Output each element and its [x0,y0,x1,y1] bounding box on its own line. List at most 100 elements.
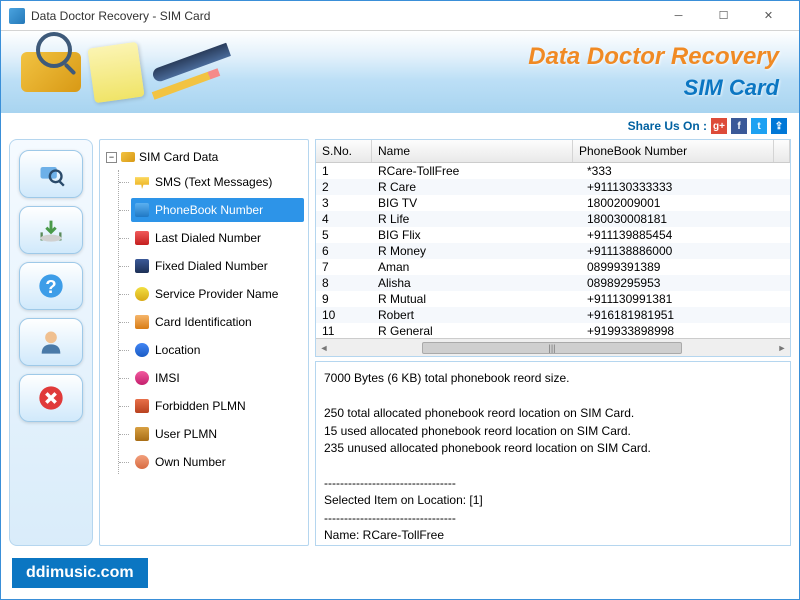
banner-title-line2: SIM Card [528,75,779,101]
scroll-right-arrow[interactable]: ► [774,340,790,356]
tree-item-label: Forbidden PLMN [155,399,246,413]
tree-item-fixed[interactable]: Fixed Dialed Number [131,254,304,278]
cell-sno: 2 [316,179,372,195]
table-row[interactable]: 9R Mutual+911130991381 [316,291,790,307]
grid-body[interactable]: 1RCare-TollFree*3332R Care+9111303333333… [316,163,790,338]
scroll-left-arrow[interactable]: ◄ [316,340,332,356]
service-icon [135,287,149,301]
tree-item-label: IMSI [155,371,180,385]
cell-num: +911130333333 [581,179,790,195]
tree-item-label: PhoneBook Number [155,203,263,217]
scroll-thumb[interactable]: ||| [422,342,682,354]
tree-item-service[interactable]: Service Provider Name [131,282,304,306]
cell-name: R Mutual [372,291,581,307]
tree-item-imsi[interactable]: IMSI [131,366,304,390]
horizontal-scrollbar[interactable]: ◄ ||| ► [316,338,790,356]
app-icon [9,8,25,24]
tree-item-label: Last Dialed Number [155,231,261,245]
search-button[interactable] [19,150,83,198]
cell-sno: 4 [316,211,372,227]
table-row[interactable]: 1RCare-TollFree*333 [316,163,790,179]
collapse-icon[interactable]: − [106,152,117,163]
share-icon[interactable]: ⇪ [771,118,787,134]
cell-num: 08999391389 [581,259,790,275]
close-button[interactable]: ✕ [746,4,791,28]
cell-sno: 7 [316,259,372,275]
tree-item-forbidden[interactable]: Forbidden PLMN [131,394,304,418]
user-button[interactable] [19,318,83,366]
sim-icon [121,152,135,162]
tree-item-label: SMS (Text Messages) [155,175,272,189]
table-row[interactable]: 11R General+919933898998 [316,323,790,338]
cell-num: 180030008181 [581,211,790,227]
forbidden-icon [135,399,149,413]
cell-sno: 5 [316,227,372,243]
col-sno[interactable]: S.No. [316,140,372,162]
cell-name: Alisha [372,275,581,291]
titlebar: Data Doctor Recovery - SIM Card ─ ☐ ✕ [1,1,799,31]
cell-name: R Money [372,243,581,259]
share-label: Share Us On : [628,119,707,133]
watermark: ddimusic.com [12,558,148,588]
cell-name: R General [372,323,581,338]
table-row[interactable]: 7Aman08999391389 [316,259,790,275]
table-row[interactable]: 8Alisha08989295953 [316,275,790,291]
cell-sno: 11 [316,323,372,338]
tree-item-label: Service Provider Name [155,287,278,301]
tree-item-sms[interactable]: SMS (Text Messages) [131,170,304,194]
twitter-icon[interactable]: t [751,118,767,134]
tree-item-book[interactable]: PhoneBook Number [131,198,304,222]
save-button[interactable] [19,206,83,254]
tree-item-card[interactable]: Card Identification [131,310,304,334]
svg-text:?: ? [45,276,56,297]
col-name[interactable]: Name [372,140,573,162]
own-icon [135,455,149,469]
table-row[interactable]: 2R Care+911130333333 [316,179,790,195]
table-row[interactable]: 10Robert+916181981951 [316,307,790,323]
cell-name: BIG TV [372,195,581,211]
report-icon [87,41,144,102]
share-row: Share Us On : g+ f t ⇪ [1,113,799,139]
tree-item-label: Fixed Dialed Number [155,259,268,273]
tree-item-user[interactable]: User PLMN [131,422,304,446]
exit-button[interactable] [19,374,83,422]
cell-sno: 3 [316,195,372,211]
cell-name: R Life [372,211,581,227]
tree-item-label: Location [155,343,200,357]
tree-item-location[interactable]: Location [131,338,304,362]
table-row[interactable]: 4R Life180030008181 [316,211,790,227]
tree-item-label: User PLMN [155,427,217,441]
minimize-button[interactable]: ─ [656,4,701,28]
magnifier-icon [36,32,72,68]
fixed-icon [135,259,149,273]
help-button[interactable]: ? [19,262,83,310]
banner-title-line1: Data Doctor Recovery [528,43,779,71]
cell-name: BIG Flix [372,227,581,243]
facebook-icon[interactable]: f [731,118,747,134]
card-icon [135,315,149,329]
tree-item-own[interactable]: Own Number [131,450,304,474]
details-panel: 7000 Bytes (6 KB) total phonebook reord … [315,361,791,546]
cell-name: RCare-TollFree [372,163,581,179]
grid-header: S.No. Name PhoneBook Number [316,140,790,163]
col-phonebook-number[interactable]: PhoneBook Number [573,140,774,162]
maximize-button[interactable]: ☐ [701,4,746,28]
cell-num: +919933898998 [581,323,790,338]
cell-num: *333 [581,163,790,179]
table-row[interactable]: 3BIG TV18002009001 [316,195,790,211]
tree-item-last[interactable]: Last Dialed Number [131,226,304,250]
tree-item-label: Own Number [155,455,226,469]
last-icon [135,231,149,245]
google-plus-icon[interactable]: g+ [711,118,727,134]
tree-root-label: SIM Card Data [139,150,218,164]
cell-name: Aman [372,259,581,275]
location-icon [135,343,149,357]
header-banner: Data Doctor Recovery SIM Card [1,31,799,113]
cell-sno: 9 [316,291,372,307]
table-row[interactable]: 5BIG Flix+911139885454 [316,227,790,243]
table-row[interactable]: 6R Money+911138886000 [316,243,790,259]
window-title: Data Doctor Recovery - SIM Card [31,9,656,23]
tree-root[interactable]: − SIM Card Data [104,148,304,166]
cell-num: 08989295953 [581,275,790,291]
cell-num: +911139885454 [581,227,790,243]
